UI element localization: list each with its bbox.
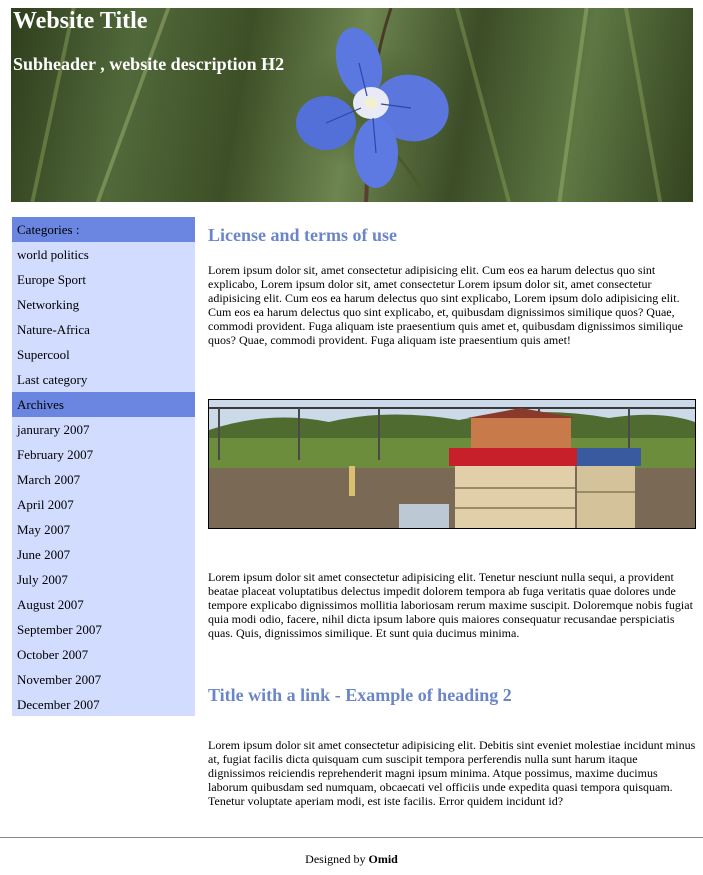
header-grass-streak [455,8,511,202]
site-subtitle: Subheader , website description H2 [13,54,285,74]
category-link[interactable]: Europe Sport [12,267,195,292]
footer-divider [0,837,703,838]
archive-link[interactable]: February 2007 [12,442,195,467]
site-title: Website Title [13,8,148,34]
categories-header: Categories : [12,217,195,242]
header-banner: Website Title Subheader , website descri… [11,8,693,202]
header-grass-streak [30,8,76,202]
sidebar: Categories : world politics Europe Sport… [12,217,195,716]
header-grass-streak [557,8,589,202]
archive-link[interactable]: April 2007 [12,492,195,517]
beehive-photo [208,399,696,529]
archive-link[interactable]: August 2007 [12,592,195,617]
archive-link[interactable]: September 2007 [12,617,195,642]
paragraph-2: Lorem ipsum dolor sit amet consectetur a… [208,570,693,640]
category-link[interactable]: Nature-Africa [12,317,195,342]
category-link[interactable]: world politics [12,242,195,267]
header-grass-streak [623,8,663,202]
archive-link[interactable]: November 2007 [12,667,195,692]
category-link[interactable]: Supercool [12,342,195,367]
archive-link[interactable]: June 2007 [12,542,195,567]
footer-author: Omid [368,852,398,866]
heading-link-example[interactable]: Title with a link - Example of heading 2 [208,685,512,706]
header-grass-streak [95,8,171,202]
paragraph-3: Lorem ipsum dolor sit amet consectetur a… [208,738,696,808]
beehive-illustration [209,400,695,528]
archive-link[interactable]: janurary 2007 [12,417,195,442]
category-link[interactable]: Networking [12,292,195,317]
paragraph-1: Lorem ipsum dolor sit, amet consectetur … [208,263,683,347]
archives-header: Archives [12,392,195,417]
archive-link[interactable]: December 2007 [12,692,195,717]
archive-link[interactable]: March 2007 [12,467,195,492]
footer-prefix: Designed by [305,852,366,866]
archive-link[interactable]: May 2007 [12,517,195,542]
heading-license: License and terms of use [208,225,397,245]
archive-link[interactable]: July 2007 [12,567,195,592]
archive-link[interactable]: October 2007 [12,642,195,667]
category-link[interactable]: Last category [12,367,195,392]
flower-image [296,8,449,202]
footer: Designed by Omid [0,852,703,867]
